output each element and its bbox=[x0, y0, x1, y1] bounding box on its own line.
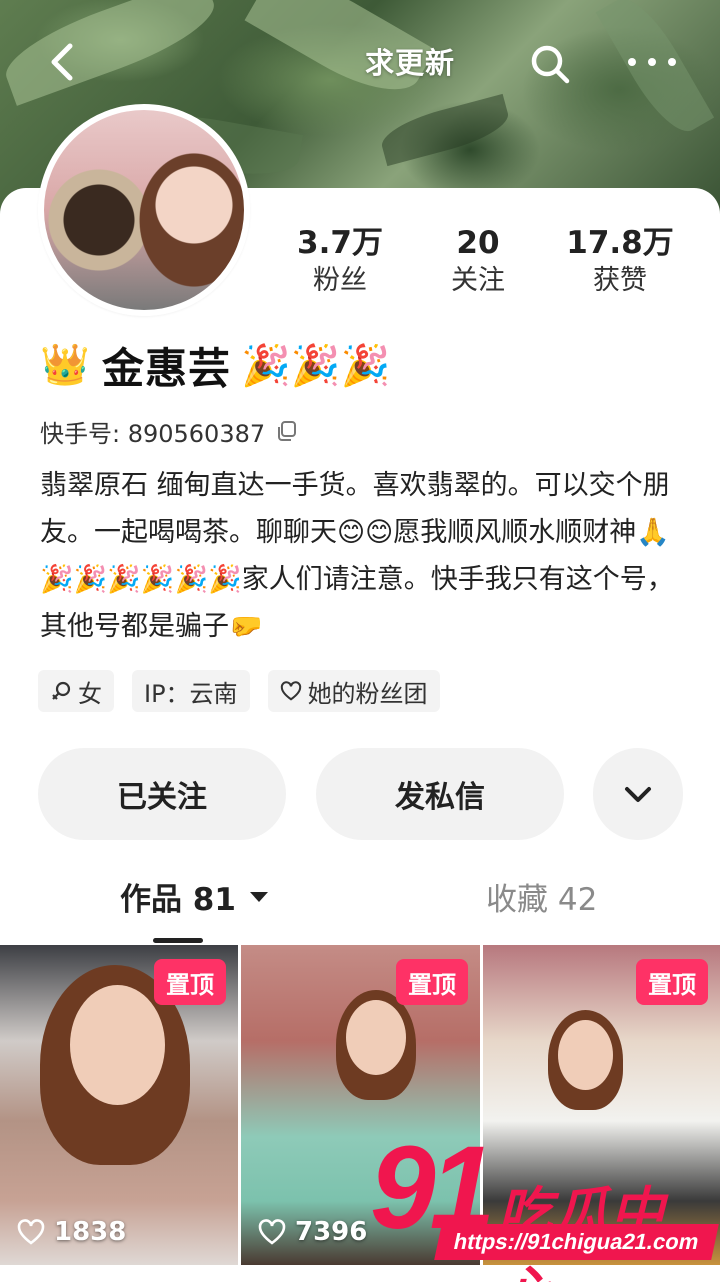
stat-following[interactable]: 20 关注 bbox=[408, 225, 548, 301]
avatar[interactable] bbox=[38, 104, 250, 316]
video-likes: 7396 bbox=[257, 1217, 367, 1247]
active-tab-indicator bbox=[153, 938, 203, 943]
profile-tags: 女 IP：云南 她的粉丝团 bbox=[38, 670, 440, 712]
tag-gender: 女 bbox=[38, 670, 114, 712]
likes-count: 17.8万 bbox=[566, 225, 674, 261]
followers-count: 3.7万 bbox=[297, 225, 383, 261]
video-likes-count: 1838 bbox=[54, 1217, 127, 1247]
tag-ip-label: IP：云南 bbox=[144, 679, 238, 708]
content-tabs: 作品 81 收藏 42 bbox=[0, 868, 720, 948]
stat-likes[interactable]: 17.8万 获赞 bbox=[550, 225, 690, 301]
tab-works[interactable]: 作品 81 bbox=[120, 874, 268, 919]
user-name-row: 👑 金惠芸 🎉🎉🎉 bbox=[40, 335, 390, 395]
request-update-label[interactable]: 求更新 bbox=[310, 40, 510, 82]
kwai-id-text: 快手号: 890560387 bbox=[40, 419, 266, 448]
party-popper-icon: 🎉🎉🎉 bbox=[241, 342, 391, 389]
profile-bio: 翡翠原石 缅甸直达一手货。喜欢翡翠的。可以交个朋友。一起喝喝茶。聊聊天😊😊愿我顺… bbox=[40, 470, 674, 642]
likes-label: 获赞 bbox=[593, 265, 647, 296]
watermark-url: https://91chigua21.com bbox=[434, 1224, 719, 1260]
video-likes: 1838 bbox=[16, 1217, 126, 1247]
top-navigation-bar: 求更新 bbox=[0, 0, 720, 125]
video-likes-count: 7396 bbox=[295, 1217, 368, 1247]
heart-outline-icon bbox=[258, 1219, 286, 1245]
followers-label: 粉丝 bbox=[313, 265, 367, 296]
back-arrow-icon[interactable] bbox=[40, 38, 88, 86]
following-count: 20 bbox=[456, 225, 500, 261]
tab-favorites-label: 收藏 42 bbox=[486, 882, 598, 918]
video-thumbnail[interactable]: 置顶 1838 bbox=[0, 945, 238, 1265]
profile-stats: 3.7万 粉丝 20 关注 17.8万 获赞 bbox=[270, 225, 710, 315]
tag-gender-label: 女 bbox=[78, 679, 102, 708]
search-icon[interactable] bbox=[528, 42, 572, 86]
caret-down-icon bbox=[249, 891, 268, 902]
send-message-button[interactable]: 发私信 bbox=[316, 748, 564, 840]
pinned-badge: 置顶 bbox=[396, 959, 468, 1005]
heart-outline-icon bbox=[17, 1219, 45, 1245]
female-icon bbox=[52, 681, 71, 700]
copy-icon[interactable] bbox=[275, 419, 299, 443]
tag-fan-club[interactable]: 她的粉丝团 bbox=[267, 670, 440, 712]
user-name: 金惠芸 bbox=[102, 343, 232, 393]
more-dots-icon[interactable] bbox=[622, 42, 682, 82]
heart-outline-icon bbox=[280, 681, 301, 701]
tab-works-label: 作品 81 bbox=[120, 882, 236, 918]
site-watermark: 91 吃瓜中心 https://91chigua21.com bbox=[370, 1128, 720, 1282]
pinned-badge: 置顶 bbox=[154, 959, 226, 1005]
stat-followers[interactable]: 3.7万 粉丝 bbox=[270, 225, 410, 301]
profile-action-buttons: 已关注 发私信 bbox=[38, 748, 683, 840]
tag-fan-club-label: 她的粉丝团 bbox=[307, 679, 428, 708]
crown-icon: 👑 bbox=[40, 342, 90, 388]
pinned-badge: 置顶 bbox=[636, 959, 708, 1005]
tag-ip: IP：云南 bbox=[132, 670, 250, 712]
chevron-down-icon bbox=[625, 787, 651, 802]
tab-favorites[interactable]: 收藏 42 bbox=[486, 874, 597, 919]
kwai-id-row: 快手号: 890560387 bbox=[40, 414, 299, 448]
following-button[interactable]: 已关注 bbox=[38, 748, 286, 840]
more-actions-button[interactable] bbox=[593, 748, 683, 840]
following-label: 关注 bbox=[451, 265, 505, 296]
